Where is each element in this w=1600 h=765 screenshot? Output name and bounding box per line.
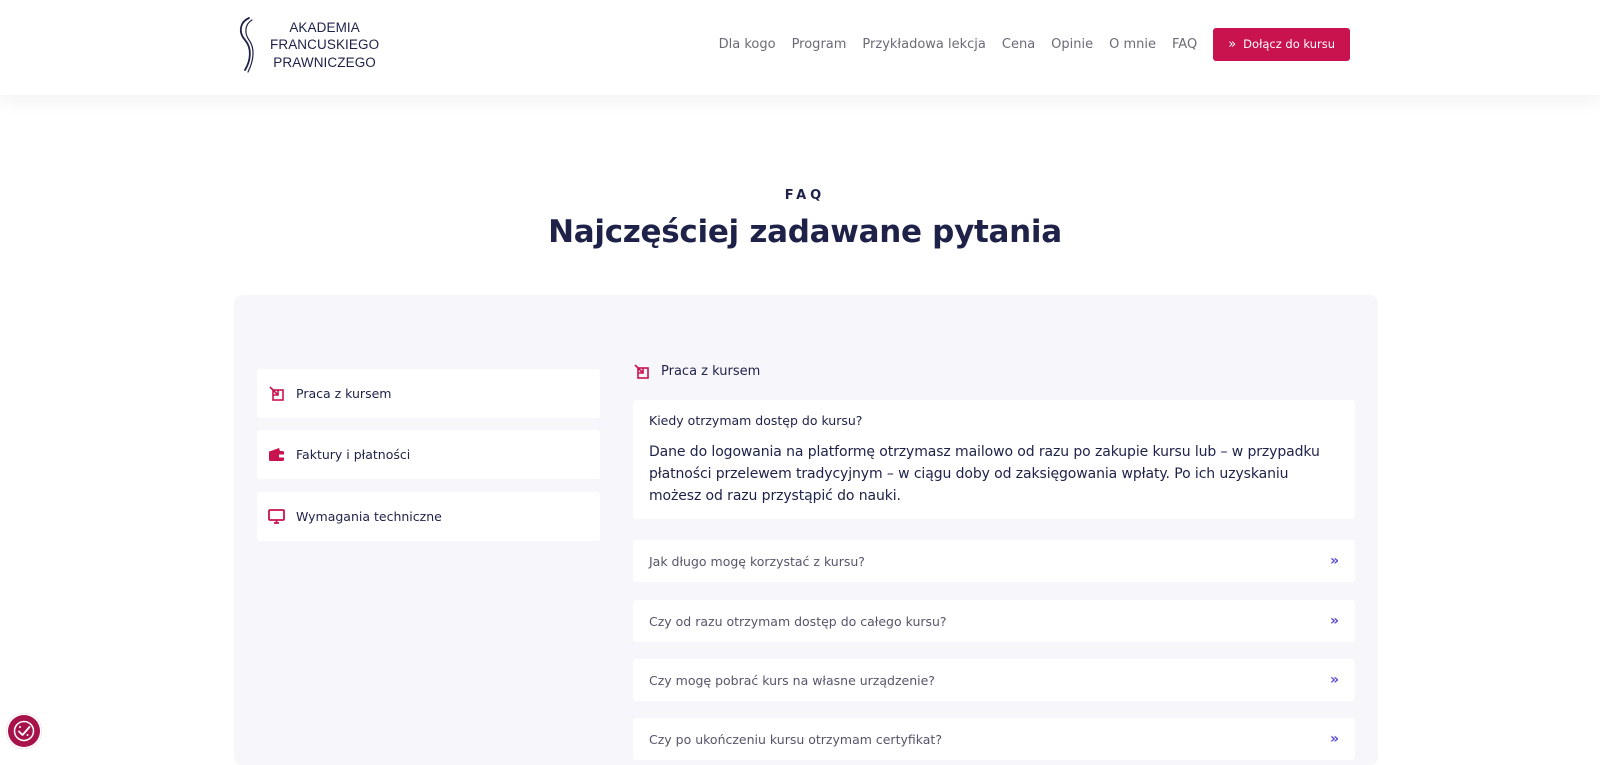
faq-question: Jak długo mogę korzystać z kursu? bbox=[649, 553, 865, 569]
chevron-right-icon: » bbox=[1329, 731, 1339, 747]
logo-line-2: FRANCUSKIEGO bbox=[270, 37, 380, 53]
faq-category-praca-z-kursem[interactable]: Praca z kursem bbox=[257, 369, 600, 418]
cookie-settings-button[interactable] bbox=[6, 713, 42, 749]
join-course-label: Dołącz do kursu bbox=[1243, 37, 1335, 51]
cookie-consent-icon bbox=[13, 720, 35, 742]
nav-link-przykladowa-lekcja[interactable]: Przykładowa lekcja bbox=[862, 37, 985, 52]
monitor-icon bbox=[268, 508, 285, 525]
external-link-icon bbox=[633, 363, 650, 380]
join-course-button[interactable]: » Dołącz do kursu bbox=[1213, 27, 1350, 61]
logo-mark-icon bbox=[239, 17, 254, 73]
faq-question: Kiedy otrzymam dostęp do kursu? bbox=[649, 413, 863, 428]
chevron-right-icon: » bbox=[1329, 672, 1339, 688]
faq-category-wymagania-techniczne[interactable]: Wymagania techniczne bbox=[257, 492, 600, 541]
main-nav: Dla kogo Program Przykładowa lekcja Cena… bbox=[719, 27, 1350, 61]
logo-text: AKADEMIA FRANCUSKIEGO PRAWNICZEGO bbox=[270, 19, 379, 72]
nav-link-faq[interactable]: FAQ bbox=[1172, 37, 1197, 52]
site-header: AKADEMIA FRANCUSKIEGO PRAWNICZEGO Dla ko… bbox=[0, 0, 1600, 95]
faq-eyebrow: FAQ bbox=[784, 188, 826, 203]
faq-category-label: Wymagania techniczne bbox=[296, 509, 442, 524]
nav-link-cena[interactable]: Cena bbox=[1002, 37, 1035, 52]
nav-link-program[interactable]: Program bbox=[792, 37, 847, 52]
faq-section-heading: Praca z kursem bbox=[633, 361, 760, 381]
external-link-icon bbox=[268, 385, 285, 402]
faq-item[interactable]: Czy mogę pobrać kurs na własne urządzeni… bbox=[633, 659, 1355, 701]
wallet-icon bbox=[268, 446, 285, 463]
chevron-right-icon: » bbox=[1329, 613, 1339, 629]
brand-logo[interactable]: AKADEMIA FRANCUSKIEGO PRAWNICZEGO bbox=[236, 16, 379, 74]
nav-link-o-mnie[interactable]: O mnie bbox=[1109, 37, 1156, 52]
faq-item-open[interactable]: Kiedy otrzymam dostęp do kursu? Dane do … bbox=[633, 400, 1355, 519]
faq-item[interactable]: Jak długo mogę korzystać z kursu? » bbox=[633, 540, 1355, 582]
faq-panel: Praca z kursem Faktury i płatności Wymag… bbox=[234, 295, 1378, 765]
faq-item[interactable]: Czy od razu otrzymam dostęp do całego ku… bbox=[633, 600, 1355, 642]
faq-category-label: Faktury i płatności bbox=[296, 447, 411, 462]
faq-question: Czy mogę pobrać kurs na własne urządzeni… bbox=[649, 672, 935, 688]
faq-category-faktury-i-platnosci[interactable]: Faktury i płatności bbox=[257, 430, 600, 479]
logo-line-1: AKADEMIA bbox=[289, 19, 360, 35]
faq-answer: Dane do logowania na platformę otrzymasz… bbox=[649, 444, 1320, 504]
faq-title: Najczęściej zadawane pytania bbox=[548, 214, 1062, 250]
chevron-right-icon: » bbox=[1329, 553, 1339, 569]
double-chevron-right-icon: » bbox=[1228, 36, 1237, 52]
faq-question: Czy po ukończeniu kursu otrzymam certyfi… bbox=[649, 731, 942, 747]
faq-section-title: Praca z kursem bbox=[661, 363, 761, 379]
faq-question: Czy od razu otrzymam dostęp do całego ku… bbox=[649, 613, 947, 629]
nav-link-dla-kogo[interactable]: Dla kogo bbox=[719, 37, 776, 52]
nav-link-opinie[interactable]: Opinie bbox=[1051, 37, 1093, 52]
faq-category-label: Praca z kursem bbox=[296, 386, 392, 401]
logo-line-3: PRAWNICZEGO bbox=[273, 54, 376, 70]
